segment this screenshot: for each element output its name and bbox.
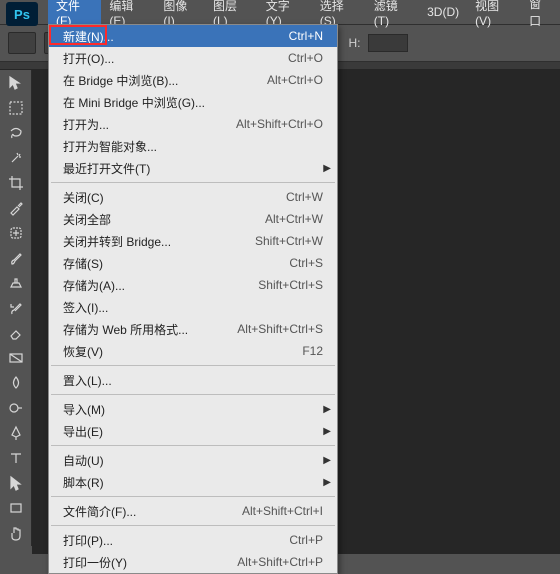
toolbox [0, 70, 32, 546]
menu-item[interactable]: 最近打开文件(T)▶ [49, 157, 337, 179]
move-tool[interactable] [2, 71, 30, 95]
menu-item[interactable]: 关闭全部 Alt+Ctrl+W [49, 208, 337, 230]
menu-item[interactable]: 关闭(C) Ctrl+W [49, 186, 337, 208]
menu-item-label: 存储为(A)... [63, 277, 250, 294]
menu-item-label: 自动(U) [63, 452, 323, 469]
rectangle-tool[interactable] [2, 496, 30, 520]
menu-item-label: 关闭(C) [63, 189, 278, 206]
menu-item-label: 导入(M) [63, 401, 323, 418]
menu-item-label: 打印(P)... [63, 532, 281, 549]
menu-item[interactable]: 导出(E)▶ [49, 420, 337, 442]
menu-item[interactable]: 新建(N)... Ctrl+N [49, 25, 337, 47]
app-logo: Ps [6, 2, 38, 26]
menu-7[interactable]: 3D(D) [419, 1, 467, 23]
menu-item-shortcut: Alt+Shift+Ctrl+I [242, 504, 323, 518]
menu-item[interactable]: 关闭并转到 Bridge... Shift+Ctrl+W [49, 230, 337, 252]
healing-brush-tool[interactable] [2, 221, 30, 245]
menu-item-shortcut: Alt+Shift+Ctrl+O [236, 117, 323, 131]
menu-item-shortcut: Ctrl+W [286, 190, 323, 204]
menu-item-label: 文件简介(F)... [63, 503, 234, 520]
marquee-tool[interactable] [2, 96, 30, 120]
submenu-arrow-icon: ▶ [323, 455, 331, 466]
tool-preset-swatch[interactable] [8, 32, 36, 54]
clone-stamp-tool[interactable] [2, 271, 30, 295]
menu-item-label: 新建(N)... [63, 28, 281, 45]
menu-item[interactable]: 存储(S) Ctrl+S [49, 252, 337, 274]
menu-item[interactable]: 打开(O)... Ctrl+O [49, 47, 337, 69]
menu-item-label: 打开(O)... [63, 50, 280, 67]
height-label: H: [348, 36, 360, 50]
history-brush-tool[interactable] [2, 296, 30, 320]
submenu-arrow-icon: ▶ [323, 426, 331, 437]
menu-item[interactable]: 打印一份(Y) Alt+Shift+Ctrl+P [49, 551, 337, 573]
menu-item-label: 存储(S) [63, 255, 281, 272]
menu-item-label: 在 Bridge 中浏览(B)... [63, 72, 259, 89]
menu-item-label: 恢复(V) [63, 343, 294, 360]
menu-item[interactable]: 置入(L)... [49, 369, 337, 391]
menu-item[interactable]: 签入(I)... [49, 296, 337, 318]
menu-item-label: 打印一份(Y) [63, 554, 229, 571]
menu-item-label: 打开为... [63, 116, 228, 133]
submenu-arrow-icon: ▶ [323, 404, 331, 415]
menu-item-label: 关闭全部 [63, 211, 257, 228]
gradient-tool[interactable] [2, 346, 30, 370]
menu-8[interactable]: 视图(V) [467, 0, 521, 32]
menu-item[interactable]: 存储为(A)... Shift+Ctrl+S [49, 274, 337, 296]
menu-item-shortcut: Ctrl+O [288, 51, 323, 65]
type-tool[interactable] [2, 446, 30, 470]
menu-item-label: 导出(E) [63, 423, 323, 440]
menu-item[interactable]: 自动(U)▶ [49, 449, 337, 471]
submenu-arrow-icon: ▶ [323, 163, 331, 174]
menu-item[interactable]: 恢复(V) F12 [49, 340, 337, 362]
hand-tool[interactable] [2, 521, 30, 545]
menu-item[interactable]: 脚本(R)▶ [49, 471, 337, 493]
menu-item[interactable]: 打开为智能对象... [49, 135, 337, 157]
menubar: 文件(F)编辑(E)图像(I)图层(L)文字(Y)选择(S)滤镜(T)3D(D)… [0, 0, 560, 24]
menu-item[interactable]: 文件简介(F)... Alt+Shift+Ctrl+I [49, 500, 337, 522]
menu-item-shortcut: Shift+Ctrl+W [255, 234, 323, 248]
menu-item[interactable]: 打开为... Alt+Shift+Ctrl+O [49, 113, 337, 135]
eyedropper-tool[interactable] [2, 196, 30, 220]
menu-item-label: 最近打开文件(T) [63, 160, 323, 177]
menu-item[interactable]: 打印(P)... Ctrl+P [49, 529, 337, 551]
menu-item-shortcut: Alt+Ctrl+W [265, 212, 323, 226]
submenu-arrow-icon: ▶ [323, 477, 331, 488]
menu-item[interactable]: 在 Mini Bridge 中浏览(G)... [49, 91, 337, 113]
menu-item[interactable]: 在 Bridge 中浏览(B)... Alt+Ctrl+O [49, 69, 337, 91]
menu-item-shortcut: Alt+Shift+Ctrl+S [237, 322, 323, 336]
menu-item-shortcut: Alt+Shift+Ctrl+P [237, 555, 323, 569]
menu-item-shortcut: Shift+Ctrl+S [258, 278, 323, 292]
crop-tool[interactable] [2, 171, 30, 195]
menu-item-shortcut: Alt+Ctrl+O [267, 73, 323, 87]
brush-tool[interactable] [2, 246, 30, 270]
eraser-tool[interactable] [2, 321, 30, 345]
dodge-tool[interactable] [2, 396, 30, 420]
menu-item-shortcut: Ctrl+S [289, 256, 323, 270]
magic-wand-tool[interactable] [2, 146, 30, 170]
menu-item-shortcut: F12 [302, 344, 323, 358]
lasso-tool[interactable] [2, 121, 30, 145]
menu-6[interactable]: 滤镜(T) [366, 0, 419, 32]
menu-item[interactable]: 存储为 Web 所用格式... Alt+Shift+Ctrl+S [49, 318, 337, 340]
menu-9[interactable]: 窗口 [521, 0, 560, 33]
file-menu-dropdown: 新建(N)... Ctrl+N 打开(O)... Ctrl+O 在 Bridge 中浏览… [48, 24, 338, 574]
menu-item-label: 签入(I)... [63, 299, 323, 316]
pen-tool[interactable] [2, 421, 30, 445]
menu-item[interactable]: 导入(M)▶ [49, 398, 337, 420]
menu-item-label: 置入(L)... [63, 372, 323, 389]
menu-item-shortcut: Ctrl+P [289, 533, 323, 547]
blur-tool[interactable] [2, 371, 30, 395]
menu-item-shortcut: Ctrl+N [289, 29, 323, 43]
height-input[interactable] [368, 34, 408, 52]
menu-item-label: 存储为 Web 所用格式... [63, 321, 229, 338]
path-selection-tool[interactable] [2, 471, 30, 495]
menu-item-label: 关闭并转到 Bridge... [63, 233, 247, 250]
menu-item-label: 在 Mini Bridge 中浏览(G)... [63, 94, 323, 111]
menu-item-label: 打开为智能对象... [63, 138, 323, 155]
menu-item-label: 脚本(R) [63, 474, 323, 491]
